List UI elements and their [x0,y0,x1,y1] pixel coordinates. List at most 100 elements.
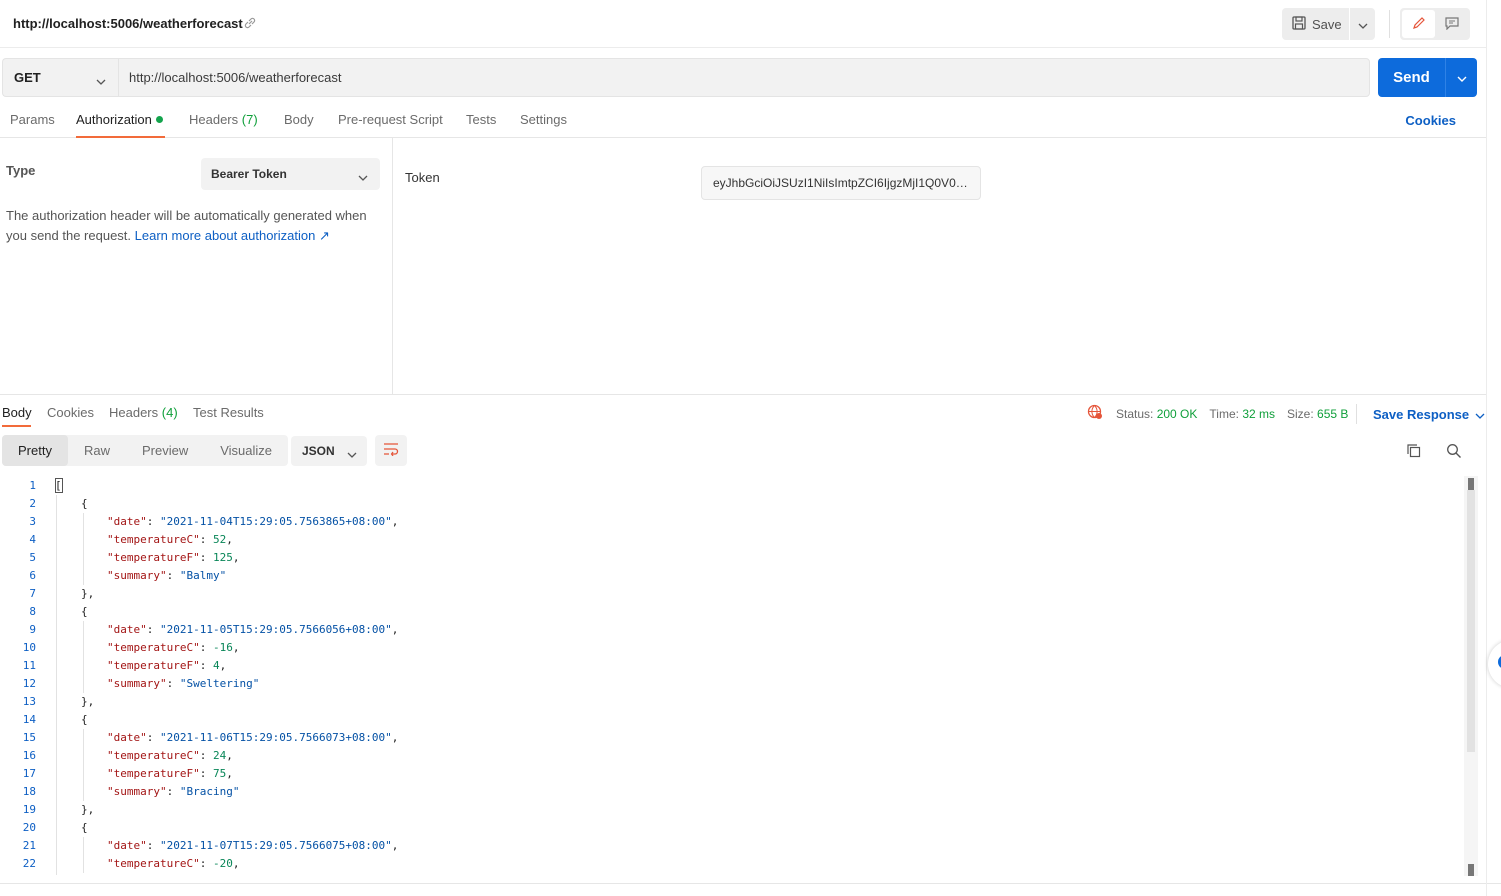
active-resp-tab-underline [2,425,31,427]
search-icon[interactable] [1446,443,1462,462]
size-value[interactable]: 655 B [1317,407,1348,421]
wrap-lines-icon [383,442,399,459]
code-line: 14 { [0,711,1462,729]
resp-tab-headers[interactable]: Headers (4) [109,405,178,420]
view-visualize-button[interactable]: Visualize [204,435,288,466]
help-bubble[interactable] [1488,640,1501,688]
indent-guide [83,837,84,855]
response-body-editor[interactable]: 1[2{3 "date": "2021-11-04T15:29:05.756386… [0,476,1462,876]
active-indicator-dot [155,116,163,123]
method-value: GET [14,70,41,85]
tab-pre-request-script[interactable]: Pre-request Script [338,112,443,127]
chevron-down-icon [358,170,368,184]
send-options-button[interactable] [1446,58,1477,97]
auth-type-select[interactable]: Bearer Token [201,158,380,190]
save-response-button[interactable]: Save Response [1356,404,1485,424]
code-text: }, [81,587,95,600]
code-text: { [81,713,88,726]
code-text: { [81,497,88,510]
tab-params[interactable]: Params [10,112,55,127]
format-value: JSON [302,444,335,458]
auth-type-label: Type [6,163,36,178]
code-text: "temperatureC": -20, [107,857,240,870]
line-number: 18 [22,785,36,798]
format-select[interactable]: JSON [291,436,367,466]
code-text: "temperatureF": 75, [107,767,233,780]
method-select[interactable]: GET [2,58,118,97]
line-number: 13 [22,695,36,708]
code-text: "summary": "Balmy" [107,569,227,582]
line-number: 8 [29,605,36,618]
code-text: "date": "2021-11-05T15:29:05.7566056+08:… [107,623,399,636]
line-number: 6 [29,569,36,582]
indent-guide [83,675,84,693]
tab-headers[interactable]: Headers (7) [189,112,258,127]
link-icon[interactable] [244,16,256,30]
scrollbar-bottom-marker [1468,864,1474,876]
save-button[interactable]: Save [1282,8,1350,40]
line-number: 17 [22,767,36,780]
status-divider [1356,404,1357,424]
auth-type-value: Bearer Token [211,167,287,181]
code-line: 22 "temperatureC": -20, [0,855,1462,873]
line-number: 15 [22,731,36,744]
learn-more-link[interactable]: Learn more about authorization ↗ [135,228,330,243]
tab-body[interactable]: Body [284,112,314,127]
token-input[interactable]: eyJhbGciOiJSUzI1NiIsImtpZCI6IjgzMjI1Q0V0… [701,166,981,200]
time-value[interactable]: 32 ms [1242,407,1275,421]
request-tabs: Params Authorization Headers (7) Body Pr… [0,104,1486,138]
indent-guide [83,657,84,675]
code-line: 12 "summary": "Sweltering" [0,675,1462,693]
line-number: 5 [29,551,36,564]
scrollbar-thumb[interactable] [1467,490,1475,752]
editor-scrollbar[interactable] [1464,476,1478,876]
resp-tab-cookies[interactable]: Cookies [47,405,94,420]
cookies-link[interactable]: Cookies [1405,113,1456,128]
tab-authorization[interactable]: Authorization [76,112,163,127]
code-line: 13}, [0,693,1462,711]
indent-guide [83,567,84,585]
token-label: Token [405,170,440,185]
indent-guide [83,549,84,567]
tab-authorization-label: Authorization [76,112,152,127]
code-line: 6 "summary": "Balmy" [0,567,1462,585]
indent-guide [83,765,84,783]
code-text: { [81,821,88,834]
mode-toggle [1400,8,1470,40]
save-options-button[interactable] [1350,8,1375,40]
code-line: 15 "date": "2021-11-06T15:29:05.7566073+0… [0,729,1462,747]
resp-tab-body[interactable]: Body [2,405,32,420]
send-button[interactable]: Send [1378,58,1446,97]
view-pretty-button[interactable]: Pretty [2,435,68,466]
code-text: "temperatureF": 125, [107,551,240,564]
code-text: "temperatureC": 52, [107,533,233,546]
resp-tab-test-results[interactable]: Test Results [193,405,264,420]
chevron-down-icon [1475,407,1485,422]
code-line: 4 "temperatureC": 52, [0,531,1462,549]
tab-tests[interactable]: Tests [466,112,496,127]
url-input[interactable] [118,58,1370,97]
line-number: 7 [29,587,36,600]
comment-icon [1444,16,1459,33]
copy-icon[interactable] [1406,443,1422,462]
code-text: "temperatureC": -16, [107,641,240,654]
edit-mode-button[interactable] [1402,10,1435,38]
code-text: }, [81,803,95,816]
comments-mode-button[interactable] [1435,10,1468,38]
code-line: 11 "temperatureF": 4, [0,657,1462,675]
indent-guide [83,621,84,639]
line-number: 4 [29,533,36,546]
view-raw-button[interactable]: Raw [68,435,126,466]
globe-error-icon[interactable] [1087,404,1103,423]
line-number: 20 [22,821,36,834]
tab-settings[interactable]: Settings [520,112,567,127]
wrap-lines-button[interactable] [375,435,407,466]
tab-headers-label: Headers [189,112,239,127]
line-number: 21 [22,839,36,852]
line-number: 14 [22,713,36,726]
size-label: Size: [1287,406,1314,421]
bracket-match-highlight [55,478,63,493]
request-title[interactable]: http://localhost:5006/weatherforecast [13,16,243,31]
view-preview-button[interactable]: Preview [126,435,204,466]
code-line: 17 "temperatureF": 75, [0,765,1462,783]
